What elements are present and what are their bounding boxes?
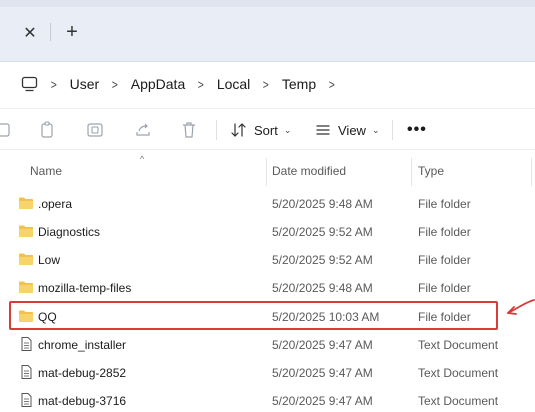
list-item[interactable]: mat-debug-2852 5/20/2025 9:47 AM Text Do…	[0, 358, 535, 386]
list-item[interactable]: Diagnostics 5/20/2025 9:52 AM File folde…	[0, 217, 535, 245]
address-bar: > User > AppData > Local > Temp >	[0, 62, 535, 108]
list-item[interactable]: .opera 5/20/2025 9:48 AM File folder	[0, 189, 535, 217]
breadcrumb-user[interactable]: User	[70, 76, 100, 92]
column-headers: ^ Name Date modified Type	[0, 154, 535, 188]
view-icon	[316, 125, 330, 135]
file-date: 5/20/2025 9:47 AM	[272, 394, 373, 408]
document-icon	[21, 365, 32, 379]
list-item[interactable]: Low 5/20/2025 9:52 AM File folder	[0, 245, 535, 273]
file-type: Text Document	[418, 366, 499, 380]
chevron-right-icon[interactable]: >	[198, 77, 204, 92]
list-item[interactable]: chrome_installer 5/20/2025 9:47 AM Text …	[0, 330, 535, 358]
column-divider[interactable]	[531, 158, 532, 186]
column-header-date-modified[interactable]: Date modified	[272, 164, 346, 178]
sort-icon	[231, 123, 246, 137]
sort-label: Sort	[254, 122, 278, 138]
pointer-arrow-icon	[507, 299, 535, 315]
folder-icon	[19, 281, 33, 293]
rename-icon[interactable]	[86, 121, 104, 139]
file-name: mat-debug-3716	[38, 394, 127, 408]
file-name: chrome_installer	[38, 338, 127, 352]
file-type: Text Document	[418, 338, 499, 352]
file-name: mozilla-temp-files	[38, 281, 132, 295]
new-tab-icon[interactable]: +	[60, 21, 84, 43]
toolbar-divider	[392, 120, 393, 140]
delete-icon[interactable]	[180, 121, 198, 139]
folder-icon	[19, 225, 33, 237]
file-date: 5/20/2025 9:52 AM	[272, 253, 373, 267]
document-icon	[21, 337, 32, 351]
folder-icon	[19, 253, 33, 265]
chevron-right-icon[interactable]: >	[51, 77, 57, 92]
file-date: 5/20/2025 9:48 AM	[272, 281, 373, 295]
chevron-right-icon[interactable]: >	[329, 77, 335, 92]
breadcrumb-temp[interactable]: Temp	[282, 76, 316, 92]
column-header-name[interactable]: Name	[30, 164, 62, 178]
file-type: File folder	[418, 197, 471, 211]
cut-icon[interactable]	[0, 121, 12, 139]
breadcrumb[interactable]: > User > AppData > Local > Temp >	[8, 70, 535, 98]
chevron-down-icon: ⌄	[371, 124, 380, 135]
file-date: 5/20/2025 9:52 AM	[272, 225, 373, 239]
share-icon[interactable]	[134, 121, 152, 139]
view-button[interactable]: View ⌄	[315, 118, 380, 142]
view-label: View	[338, 122, 366, 138]
file-type: File folder	[418, 253, 471, 267]
file-name: Low	[38, 253, 61, 267]
sort-ascending-icon: ^	[140, 154, 145, 164]
file-type: File folder	[418, 281, 471, 295]
chevron-down-icon: ⌄	[283, 124, 292, 135]
tab-strip-edge	[0, 0, 535, 7]
list-item[interactable]: mozilla-temp-files 5/20/2025 9:48 AM Fil…	[0, 273, 535, 301]
list-item[interactable]: mat-debug-3716 5/20/2025 9:47 AM Text Do…	[0, 386, 535, 412]
copy-icon[interactable]	[38, 121, 56, 139]
folder-icon	[19, 197, 33, 209]
document-icon	[21, 393, 32, 407]
file-date: 5/20/2025 9:47 AM	[272, 338, 373, 352]
column-header-type[interactable]: Type	[418, 164, 444, 178]
breadcrumb-appdata[interactable]: AppData	[131, 76, 185, 92]
sort-button[interactable]: Sort ⌄	[231, 118, 291, 142]
chevron-right-icon[interactable]: >	[112, 77, 118, 92]
file-name: mat-debug-2852	[38, 366, 127, 380]
file-name: Diagnostics	[38, 225, 101, 239]
column-divider[interactable]	[266, 158, 267, 186]
close-tab-icon[interactable]: ✕	[18, 22, 42, 44]
file-name: .opera	[38, 197, 73, 211]
file-date: 5/20/2025 9:48 AM	[272, 197, 373, 211]
file-date: 5/20/2025 9:47 AM	[272, 366, 373, 380]
computer-icon[interactable]	[20, 75, 38, 93]
more-options-icon[interactable]: •••	[407, 121, 427, 139]
file-type: Text Document	[418, 394, 499, 408]
command-toolbar: Sort ⌄ View ⌄ •••	[0, 108, 535, 150]
tab-divider	[50, 23, 51, 41]
column-divider[interactable]	[411, 158, 412, 186]
file-type: File folder	[418, 225, 471, 239]
toolbar-divider	[216, 120, 217, 140]
tab-bar: ✕ +	[0, 0, 535, 62]
breadcrumb-local[interactable]: Local	[217, 76, 250, 92]
chevron-right-icon[interactable]: >	[263, 77, 269, 92]
highlight-annotation-box	[9, 301, 498, 330]
